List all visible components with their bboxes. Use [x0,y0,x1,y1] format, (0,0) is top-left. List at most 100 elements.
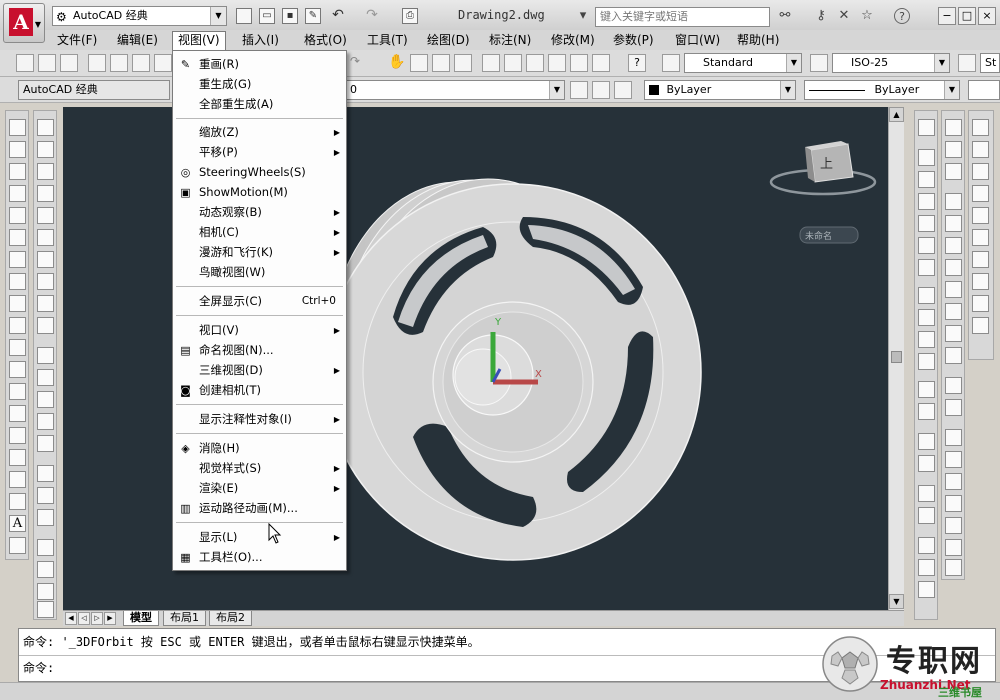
rotate-icon[interactable] [918,259,935,276]
move-faces-icon[interactable] [945,215,962,232]
menu-insert[interactable]: 插入(I) [237,32,284,48]
intersect-icon[interactable] [945,163,962,180]
menu-item-motion-path[interactable]: ▥ 运动路径动画(M)... [173,499,346,518]
menu-item-hide[interactable]: ◈ 消隐(H) [173,439,346,458]
scale-icon[interactable] [918,287,935,304]
menu-help[interactable]: 帮助(H) [732,32,784,48]
section-plane-icon[interactable] [918,507,935,524]
menu-item-toolbars[interactable]: ▦ 工具栏(O)... [173,548,346,567]
hatch-icon[interactable] [9,427,26,444]
3d-dwf-icon[interactable] [154,54,172,72]
menu-view[interactable]: 视图(V) [172,31,226,50]
layer-dropdown[interactable]: 0 ▼ [345,80,565,100]
menu-item-steeringwheels[interactable]: ◎ SteeringWheels(S) [173,163,346,182]
make-current-layer-icon[interactable] [570,81,588,99]
check-icon[interactable] [945,517,962,534]
subtract-icon[interactable] [945,141,962,158]
polysolid-icon[interactable] [37,119,54,136]
next-tab-icon[interactable]: ▷ [91,612,103,625]
menu-item-showmotion[interactable]: ▣ ShowMotion(M) [173,183,346,202]
explode-icon[interactable] [918,485,935,502]
publish-icon[interactable] [132,54,150,72]
presspull-icon[interactable] [37,369,54,386]
menu-file[interactable]: 文件(F) [52,32,102,48]
ucs-icon[interactable] [972,251,989,268]
light-icon[interactable] [972,163,989,180]
open-file-icon[interactable]: ▭ [259,8,275,24]
pyramid-icon[interactable] [37,273,54,290]
planar-surface-icon[interactable] [37,317,54,334]
redo-icon[interactable]: ↷ [364,8,380,24]
minimize-button[interactable]: − [938,7,956,25]
menu-format[interactable]: 格式(O) [299,32,352,48]
menu-item-regen-all[interactable]: 全部重生成(A) [173,95,346,114]
rotate-faces-icon[interactable] [945,281,962,298]
help-icon[interactable]: ? [894,8,910,24]
table-style-dropdown[interactable]: St [980,53,1000,73]
menu-item-clean-screen[interactable]: 全屏显示(C) Ctrl+0 [173,292,346,311]
render-icon[interactable] [972,229,989,246]
slice-icon[interactable] [918,537,935,554]
cone-icon[interactable] [37,185,54,202]
menu-item-annotative-objects[interactable]: 显示注释性对象(I) ▶ [173,410,346,429]
union-icon[interactable] [945,119,962,136]
shell-icon[interactable] [945,495,962,512]
polygon-icon[interactable] [9,185,26,202]
pan-icon[interactable]: ✋ [388,54,406,72]
add-selected-icon[interactable] [9,537,26,554]
menu-item-viewports[interactable]: 视口(V) ▶ [173,321,346,340]
application-menu-button[interactable]: A ▼ [3,3,45,43]
last-tab-icon[interactable]: ▶ [104,612,116,625]
new-file-icon[interactable] [236,8,252,24]
sphere-icon[interactable] [37,207,54,224]
subtract-icon[interactable] [37,487,54,504]
erase-icon[interactable] [918,119,935,136]
torus-icon[interactable] [37,251,54,268]
menu-modify[interactable]: 修改(M) [546,32,600,48]
copy-icon[interactable] [918,149,935,166]
measure-icon[interactable] [972,317,989,334]
sweep-icon[interactable] [37,391,54,408]
markup-icon[interactable] [570,54,588,72]
offset-faces-icon[interactable] [945,237,962,254]
menu-item-visual-styles[interactable]: 视觉样式(S) ▶ [173,459,346,478]
insert-block-icon[interactable] [9,361,26,378]
camera-icon[interactable] [972,207,989,224]
extend-icon[interactable] [918,353,935,370]
plot-preview-icon[interactable] [110,54,128,72]
save-icon[interactable]: ▪ [282,8,298,24]
menu-item-zoom[interactable]: 缩放(Z) ▶ [173,123,346,142]
helix-icon[interactable] [37,295,54,312]
array-icon[interactable] [918,215,935,232]
text-style-icon[interactable] [662,54,680,72]
text-style-dropdown[interactable]: Standard ▼ [684,53,802,73]
intersect-icon[interactable] [37,509,54,526]
region-icon[interactable] [9,471,26,488]
orbit-icon[interactable] [972,141,989,158]
stretch-icon[interactable] [918,309,935,326]
menu-item-create-camera[interactable]: ◙ 创建相机(T) [173,381,346,400]
3d-align-icon[interactable] [37,583,54,600]
point-icon[interactable] [9,405,26,422]
wedge-icon[interactable] [37,163,54,180]
menu-item-camera[interactable]: 相机(C) ▶ [173,223,346,242]
separate-icon[interactable] [945,473,962,490]
menu-draw[interactable]: 绘图(D) [422,32,475,48]
chevron-down-icon[interactable]: ▾ [575,8,591,24]
menu-item-regen[interactable]: 重生成(G) [173,75,346,94]
first-tab-icon[interactable]: ◀ [65,612,77,625]
save-icon[interactable] [60,54,78,72]
zoom-window-icon[interactable] [432,54,450,72]
favorites-star-icon[interactable]: ☆ [859,8,875,24]
vertical-scrollbar[interactable]: ▲ ▼ [888,107,904,610]
arc-icon[interactable] [9,229,26,246]
union-icon[interactable] [37,465,54,482]
help-icon[interactable]: ? [628,54,646,72]
menu-parametric[interactable]: 参数(P) [608,32,659,48]
color-edges-icon[interactable] [945,399,962,416]
menu-item-named-views[interactable]: ▤ 命名视图(N)... [173,341,346,360]
cylinder-icon[interactable] [945,539,962,556]
3d-rotate-icon[interactable] [37,561,54,578]
design-center-icon[interactable] [504,54,522,72]
table-style-icon[interactable] [958,54,976,72]
